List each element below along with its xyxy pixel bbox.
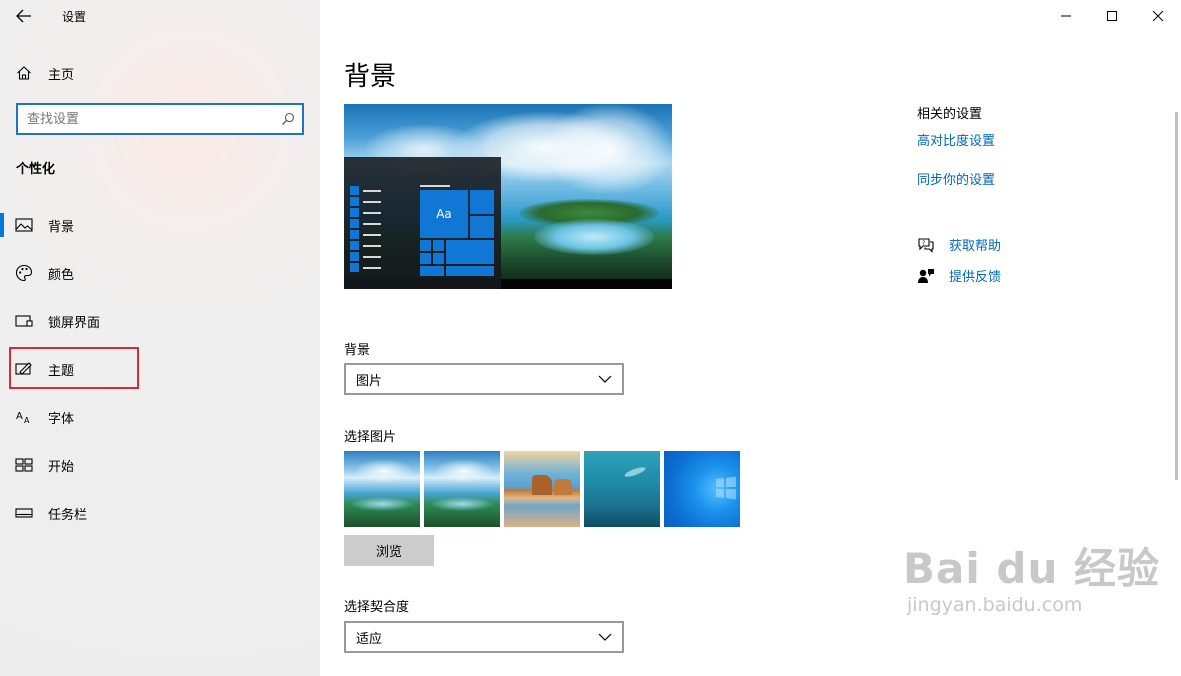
fit-dropdown[interactable]: 适应 [344, 621, 624, 653]
home-label: 主页 [48, 67, 75, 83]
sidebar-item-theme[interactable]: 主题 [0, 349, 320, 389]
watermark-url: jingyan.baidu.com [907, 594, 1083, 616]
maximize-icon [1107, 11, 1117, 21]
sidebar-item-label: 字体 [48, 411, 75, 427]
sidebar-item-taskbar[interactable]: 任务栏 [0, 493, 320, 533]
picture-thumbnail[interactable] [504, 451, 580, 527]
sidebar-item-font[interactable]: AA 字体 [0, 397, 320, 437]
sidebar-item-home[interactable]: 主页 [16, 62, 74, 84]
feedback-icon [918, 268, 934, 283]
sidebar-item-background[interactable]: 背景 [0, 205, 320, 245]
search-input[interactable] [18, 105, 274, 133]
choose-picture-label: 选择图片 [344, 430, 397, 445]
sidebar-item-lock-screen[interactable]: 锁屏界面 [0, 301, 320, 341]
section-title: 个性化 [16, 162, 56, 177]
sidebar-item-start[interactable]: 开始 [0, 445, 320, 485]
related-settings-title: 相关的设置 [917, 107, 983, 122]
svg-text:?: ? [922, 240, 925, 247]
close-icon [1152, 10, 1164, 22]
preview-tiles-header [420, 185, 450, 187]
preview-lake [534, 219, 654, 255]
sidebar-item-color[interactable]: 颜色 [0, 253, 320, 293]
background-type-dropdown[interactable]: 图片 [344, 363, 624, 395]
svg-text:A: A [24, 416, 30, 424]
picture-thumbnail[interactable] [424, 451, 500, 527]
font-icon: AA [0, 410, 48, 424]
get-help-link[interactable]: ? 获取帮助 [917, 235, 1001, 254]
close-button[interactable] [1135, 0, 1181, 32]
picture-thumbnail[interactable] [664, 451, 740, 527]
sync-settings-link[interactable]: 同步你的设置 [917, 169, 995, 188]
baidu-watermark: Bai du 经验 jingyan.baidu.com [903, 544, 1160, 617]
sidebar-item-label: 主题 [48, 363, 75, 379]
minimize-button[interactable] [1043, 0, 1089, 32]
help-chat-icon: ? [918, 237, 934, 253]
preview-tiles: Aa [420, 190, 495, 276]
picture-icon [0, 218, 48, 232]
fit-value: 适应 [356, 631, 383, 647]
page-title: 背景 [344, 62, 397, 92]
preview-start-menu: Aa [344, 157, 501, 289]
sidebar-item-label: 开始 [48, 459, 75, 475]
get-help-label: 获取帮助 [949, 239, 1002, 254]
background-type-label: 背景 [344, 343, 371, 358]
back-arrow-icon [16, 9, 31, 23]
start-icon [0, 458, 48, 472]
chevron-down-icon [598, 375, 612, 383]
sidebar-item-label: 锁屏界面 [48, 315, 101, 331]
minimize-icon [1061, 15, 1071, 17]
search-box[interactable] [16, 103, 304, 135]
theme-icon [0, 361, 48, 377]
chevron-down-icon [598, 633, 612, 641]
preview-app-list [350, 185, 381, 273]
sidebar: 设置 主页 个性化 背景 颜色 锁屏界面 主题 [0, 0, 320, 676]
picture-thumbnail[interactable] [344, 451, 420, 527]
app-title: 设置 [62, 10, 87, 24]
lock-screen-icon [0, 314, 48, 328]
sidebar-item-label: 颜色 [48, 267, 75, 283]
picture-thumbnail[interactable] [584, 451, 660, 527]
scrollbar[interactable] [1175, 112, 1178, 480]
palette-icon [0, 264, 48, 282]
sidebar-item-label: 背景 [48, 219, 75, 235]
maximize-button[interactable] [1089, 0, 1135, 32]
browse-button[interactable]: 浏览 [344, 535, 434, 566]
search-icon[interactable] [274, 112, 302, 126]
background-preview: Aa [344, 104, 672, 289]
home-icon [17, 66, 31, 80]
give-feedback-link[interactable]: 提供反馈 [917, 266, 1001, 285]
preview-tile-aa: Aa [420, 190, 468, 238]
back-button[interactable] [10, 4, 38, 28]
sidebar-item-label: 任务栏 [48, 507, 88, 523]
give-feedback-label: 提供反馈 [949, 270, 1002, 285]
preview-cloud [544, 104, 672, 194]
watermark-logo: Bai du 经验 [903, 544, 1160, 593]
high-contrast-link[interactable]: 高对比度设置 [917, 130, 995, 149]
fit-label: 选择契合度 [344, 600, 410, 615]
svg-text:A: A [16, 411, 23, 422]
background-type-value: 图片 [356, 373, 383, 389]
taskbar-icon [0, 507, 48, 519]
